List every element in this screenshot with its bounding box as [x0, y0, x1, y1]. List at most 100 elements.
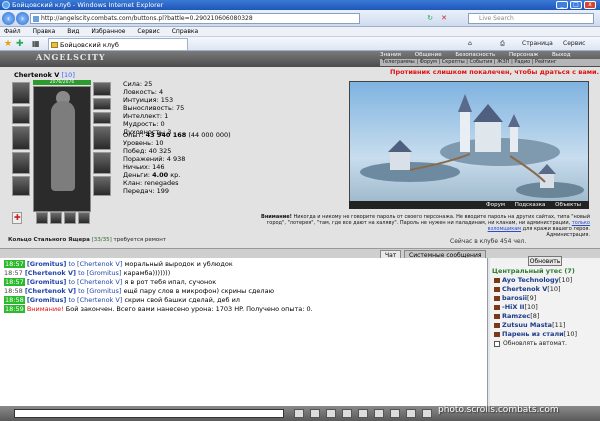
user-item[interactable]: Парень из стали[10]	[494, 330, 577, 338]
msg-to[interactable]: to [Chertenok V]	[68, 260, 122, 268]
stats-list: Сила: 25 Ловкость: 4 Интуиция: 153 Вынос…	[123, 80, 233, 136]
scroll-icon[interactable]	[374, 409, 384, 418]
refresh-icon[interactable]: ↻	[424, 13, 436, 24]
msg-from[interactable]: [Gromitus]	[27, 260, 67, 268]
earring-slot[interactable]	[93, 82, 111, 96]
menu-edit[interactable]: Правка	[33, 28, 56, 35]
user-name[interactable]: barosii	[502, 294, 527, 302]
clear-icon[interactable]	[326, 409, 336, 418]
url-input[interactable]: http://angelscity.combats.com/buttons.pl…	[30, 13, 360, 24]
color-icon[interactable]	[390, 409, 400, 418]
add-favorite-icon[interactable]: ✚	[16, 38, 24, 50]
ring-slot-1[interactable]	[93, 98, 111, 110]
nav-exit[interactable]: Выход	[552, 52, 571, 59]
clan-icon	[494, 286, 500, 292]
scene-links: Форум Подсказка Объекты	[349, 201, 589, 209]
send-icon[interactable]	[294, 409, 304, 418]
menu-help[interactable]: Справка	[172, 28, 198, 35]
belt-slot[interactable]	[12, 176, 30, 196]
scene-link-objects[interactable]: Объекты	[555, 202, 581, 208]
close-button[interactable]: x	[584, 1, 596, 9]
shield-slot[interactable]	[93, 126, 111, 150]
maximize-button[interactable]: □	[570, 1, 582, 9]
boots-slot[interactable]	[93, 176, 111, 196]
back-icon[interactable]: ‹	[2, 12, 15, 25]
tab-list-icon[interactable]: ▦	[32, 38, 40, 50]
user-level: [10]	[563, 330, 578, 338]
msg-to[interactable]: to [Gromitus]	[78, 287, 121, 295]
location-scene[interactable]	[349, 81, 589, 209]
belt-item-3[interactable]	[64, 212, 76, 224]
character-name[interactable]: Chertenok V [10]	[14, 71, 75, 79]
msg-from[interactable]: [Chertenok V]	[25, 269, 76, 277]
msg-from[interactable]: [Gromitus]	[27, 296, 67, 304]
chat-log[interactable]: 18:57 [Gromitus] to [Chertenok V] мораль…	[0, 258, 488, 406]
forward-icon[interactable]: ›	[16, 12, 29, 25]
smile-icon[interactable]	[310, 409, 320, 418]
weapon-slot[interactable]	[12, 126, 30, 150]
scene-link-forum[interactable]: Форум	[486, 202, 505, 208]
user-item[interactable]: -HiX II[10]	[494, 303, 538, 311]
refresh-button[interactable]: Обновить	[528, 256, 562, 266]
tools-menu[interactable]: Сервис	[563, 38, 585, 50]
msg-to[interactable]: to [Chertenok V]	[68, 296, 122, 304]
heal-icon[interactable]: ✚	[12, 212, 22, 224]
address-bar: ‹ › http://angelscity.combats.com/button…	[0, 10, 600, 27]
menu-view[interactable]: Вид	[67, 28, 79, 35]
belt-item-1[interactable]	[36, 212, 48, 224]
filter-icon[interactable]	[342, 409, 352, 418]
user-name[interactable]: -HiX II	[502, 303, 524, 311]
page-menu[interactable]: Страница	[522, 38, 553, 50]
clan-icon	[494, 304, 500, 310]
menu-tools[interactable]: Сервис	[137, 28, 159, 35]
chat-input[interactable]	[14, 409, 284, 418]
home-icon[interactable]: ⌂	[468, 38, 472, 50]
user-name[interactable]: Ramzec	[502, 312, 530, 320]
favorites-star-icon[interactable]: ★	[4, 38, 12, 50]
user-name[interactable]: Zutsuu Masta	[502, 321, 552, 329]
tab-fight-club[interactable]: Бойцовский клуб	[48, 38, 188, 50]
chat-message: 18:58 [Gromitus] to [Chertenok V] скрин …	[4, 296, 240, 304]
amulet-slot[interactable]	[12, 106, 30, 124]
user-name[interactable]: Парень из стали	[502, 330, 564, 338]
msg-to[interactable]: to [Chertenok V]	[68, 278, 122, 286]
belt-item-4[interactable]	[78, 212, 90, 224]
menu-favorites[interactable]: Избранное	[91, 28, 125, 35]
user-item[interactable]: Ayo Technology[10]	[494, 276, 572, 284]
user-item[interactable]: barosii[9]	[494, 294, 536, 302]
char-name-text: Chertenok V	[14, 71, 60, 79]
gloves-slot[interactable]	[93, 152, 111, 174]
user-item[interactable]: Chertenok V[10]	[494, 285, 561, 293]
scene-link-hint[interactable]: Подсказка	[515, 202, 546, 208]
user-item[interactable]: Zutsuu Masta[11]	[494, 321, 565, 329]
user-name[interactable]: Ayo Technology	[502, 276, 559, 284]
search-input[interactable]: Live Search	[468, 13, 594, 24]
item-status-line: Кольцо Стального Ящера [33/35] требуется…	[8, 237, 166, 243]
armor-slot[interactable]	[12, 152, 30, 174]
auto-refresh-checkbox[interactable]: Обновлять автомат.	[494, 340, 567, 347]
minimize-button[interactable]: _	[556, 1, 568, 9]
exp-label: Опыт:	[123, 131, 144, 139]
print-icon[interactable]: ⎙	[500, 38, 505, 50]
stop-icon[interactable]: ✕	[438, 13, 450, 24]
nav-security[interactable]: Безопасность	[455, 52, 495, 59]
checkbox-icon[interactable]	[494, 340, 500, 347]
sound-icon[interactable]	[406, 409, 416, 418]
menu-file[interactable]: Файл	[4, 28, 21, 35]
msg-to[interactable]: to [Gromitus]	[78, 269, 121, 277]
user-item[interactable]: Ramzec[8]	[494, 312, 539, 320]
game-links[interactable]: Телеграммы | Форум | Скрепты | События |…	[380, 59, 600, 66]
ring-slot-2[interactable]	[93, 112, 111, 124]
url-text: http://angelscity.combats.com/buttons.pl…	[41, 15, 253, 22]
exit-chat-icon[interactable]	[422, 409, 432, 418]
nav-communication[interactable]: Общение	[415, 52, 442, 59]
helmet-slot[interactable]	[12, 82, 30, 104]
translit-icon[interactable]	[358, 409, 368, 418]
user-name[interactable]: Chertenok V	[502, 285, 547, 293]
stat-exp: Опыт: 43 940 168 (44 000 000)	[123, 131, 243, 139]
msg-from[interactable]: [Gromitus]	[27, 278, 67, 286]
msg-from[interactable]: [Chertenok V]	[25, 287, 76, 295]
belt-item-2[interactable]	[50, 212, 62, 224]
nav-knowledge[interactable]: Знания	[380, 52, 401, 59]
nav-character[interactable]: Персонаж	[509, 52, 538, 59]
